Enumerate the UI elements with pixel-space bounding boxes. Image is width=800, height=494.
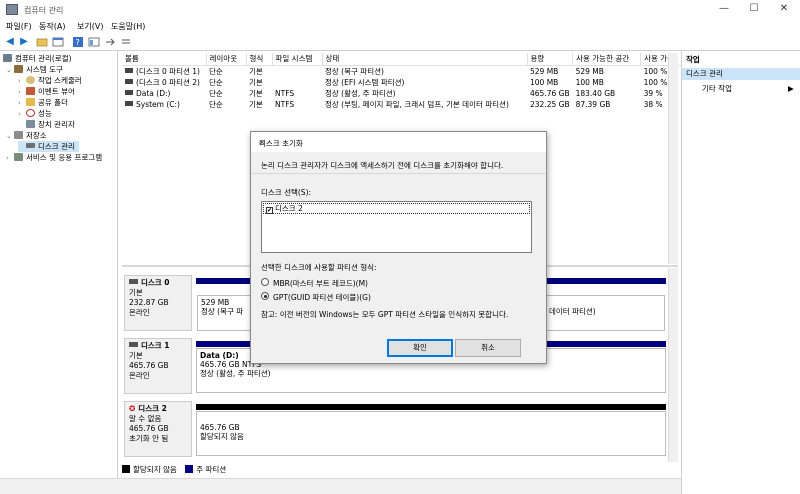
list-item[interactable]: ✔ 디스크 2 bbox=[263, 203, 530, 214]
device-manager-icon bbox=[26, 120, 35, 128]
cancel-button[interactable]: 취소 bbox=[455, 339, 521, 357]
volume-table-header: 볼륨 레이아웃 형식 파일 시스템 상태 용량 사용 가능한 공간 사용 가능 bbox=[122, 53, 684, 66]
table-row[interactable]: (디스크 0 파티션 1) 단순 기본 정상 (복구 파티션) 529 MB 529 M… bbox=[122, 65, 683, 77]
disk-0-partition-1[interactable]: 529 MB 정상 (복구 파 bbox=[197, 295, 253, 331]
performance-icon bbox=[26, 109, 35, 117]
gpt-option-label[interactable]: GPT(GUID 파티션 테이블)(G) bbox=[273, 292, 371, 303]
ok-button[interactable]: 확인 bbox=[387, 339, 453, 357]
tree-item-device-manager[interactable]: 장치 관리자 bbox=[18, 119, 75, 130]
back-arrow-icon[interactable]: ◀ bbox=[4, 36, 16, 48]
clock-icon bbox=[26, 76, 35, 84]
tree-item-performance[interactable]: › 성능 bbox=[18, 108, 52, 119]
unallocated-swatch bbox=[122, 465, 130, 473]
volume-icon bbox=[125, 67, 133, 73]
help-icon[interactable]: ? bbox=[72, 36, 84, 48]
dialog-title-bar: 디스크 초기화 ✕ bbox=[251, 132, 546, 152]
disk-2-unallocated-bar bbox=[196, 404, 666, 410]
connect-icon[interactable] bbox=[104, 36, 116, 48]
volume-icon bbox=[125, 100, 133, 106]
toolbar: ◀ ▶ ? bbox=[0, 33, 800, 51]
forward-arrow-icon[interactable]: ▶ bbox=[18, 36, 30, 48]
actions-pane: 작업 디스크 관리 기타 작업 ▶ bbox=[681, 51, 800, 494]
initialize-disk-dialog: 디스크 초기화 ✕ 논리 디스크 관리자가 디스크에 액세스하기 전에 디스크를… bbox=[250, 131, 547, 364]
computer-management-icon bbox=[6, 4, 18, 15]
status-bar bbox=[0, 478, 800, 494]
list-icon[interactable] bbox=[120, 36, 132, 48]
disk-listbox[interactable]: ✔ 디스크 2 bbox=[261, 201, 532, 253]
menu-action[interactable]: 동작(A) bbox=[39, 21, 65, 32]
services-icon bbox=[14, 153, 23, 161]
dialog-close-icon[interactable]: ✕ bbox=[259, 138, 540, 147]
table-row[interactable]: System (C:) 단순 기본 NTFS 정상 (부팅, 페이지 파일, 크래시 … bbox=[122, 99, 683, 110]
menu-bar: 파일(F) 동작(A) 보기(V) 도움말(H) bbox=[0, 19, 800, 33]
menu-view[interactable]: 보기(V) bbox=[77, 21, 103, 32]
mbr-radio[interactable] bbox=[261, 278, 269, 286]
partition-style-label: 선택한 디스크에 사용할 파티션 형식: bbox=[261, 263, 377, 272]
shared-folder-icon bbox=[26, 98, 35, 106]
col-type[interactable]: 형식 bbox=[246, 53, 273, 66]
mbr-option-label[interactable]: MBR(마스터 부트 레코드)(M) bbox=[273, 278, 368, 289]
disk-unknown-icon: ✪ bbox=[129, 404, 136, 413]
view-icon[interactable] bbox=[88, 36, 100, 48]
disk-2-unallocated[interactable]: 465.76 GB 할당되지 않음 bbox=[196, 411, 666, 456]
menu-help[interactable]: 도움말(H) bbox=[111, 21, 145, 32]
actions-section-disk-management[interactable]: 디스크 관리 bbox=[682, 68, 800, 80]
table-row[interactable]: (디스크 0 파티션 2) 단순 기본 정상 (EFI 시스템 파티션) 100 MB… bbox=[122, 77, 683, 88]
close-button[interactable]: ✕ bbox=[770, 0, 798, 18]
col-capacity[interactable]: 용량 bbox=[527, 53, 574, 66]
col-status[interactable]: 상태 bbox=[322, 53, 528, 66]
properties-icon[interactable] bbox=[52, 36, 64, 48]
checkbox-checked-icon[interactable]: ✔ bbox=[266, 207, 273, 214]
actions-header: 작업 bbox=[686, 55, 700, 64]
menu-file[interactable]: 파일(F) bbox=[6, 21, 32, 32]
up-folder-icon[interactable] bbox=[36, 36, 48, 48]
disk-select-label: 디스크 선택(S): bbox=[261, 188, 312, 197]
storage-icon bbox=[14, 131, 23, 139]
tree-item-task-scheduler[interactable]: › 작업 스케줄러 bbox=[18, 75, 82, 86]
tree-item-system-tools[interactable]: ⌄ 시스템 도구 bbox=[6, 64, 63, 75]
title-bar: 컴퓨터 관리 — ☐ ✕ bbox=[0, 0, 800, 20]
svg-text:?: ? bbox=[76, 38, 80, 47]
col-filesystem[interactable]: 파일 시스템 bbox=[272, 53, 323, 66]
event-viewer-icon bbox=[26, 87, 35, 95]
minimize-button[interactable]: — bbox=[710, 0, 738, 18]
divider bbox=[251, 173, 546, 174]
col-volume[interactable]: 볼륨 bbox=[122, 53, 207, 66]
table-row[interactable]: Data (D:) 단순 기본 NTFS 정상 (활성, 주 파티션) 465.76 G… bbox=[122, 88, 683, 99]
volume-icon bbox=[125, 78, 133, 84]
actions-more-actions[interactable]: 기타 작업 ▶ bbox=[682, 83, 800, 95]
volume-icon bbox=[125, 89, 133, 95]
col-layout[interactable]: 레이아웃 bbox=[206, 53, 247, 66]
col-free-space[interactable]: 사용 가능한 공간 bbox=[572, 53, 642, 66]
disk-pane-scrollbar[interactable] bbox=[668, 268, 678, 462]
disk-0-partition-3[interactable]: 데이터 파티션) bbox=[545, 295, 665, 331]
disk-icon bbox=[26, 143, 35, 148]
dialog-message: 논리 디스크 관리자가 디스크에 액세스하기 전에 디스크를 초기화해야 합니다… bbox=[261, 161, 504, 170]
tree-root[interactable]: 컴퓨터 관리(로컬) bbox=[3, 53, 72, 64]
maximize-button[interactable]: ☐ bbox=[740, 0, 768, 18]
primary-swatch bbox=[185, 465, 194, 473]
disk-icon bbox=[129, 279, 138, 284]
tree-item-services-apps[interactable]: › 서비스 및 응용 프로그램 bbox=[6, 152, 102, 163]
compatibility-note: 참고: 이전 버전의 Windows는 모두 GPT 파티션 스타일을 인식하지… bbox=[261, 310, 509, 319]
gpt-radio[interactable] bbox=[261, 292, 269, 300]
legend: 할당되지 않음 주 파티션 bbox=[122, 464, 667, 478]
submenu-arrow-icon: ▶ bbox=[788, 84, 794, 93]
volume-table: 볼륨 레이아웃 형식 파일 시스템 상태 용량 사용 가능한 공간 사용 가능 … bbox=[122, 53, 684, 110]
volume-table-scrollbar[interactable] bbox=[668, 53, 678, 264]
tree-item-shared-folders[interactable]: › 공유 폴더 bbox=[18, 97, 68, 108]
tools-icon bbox=[14, 65, 23, 73]
disk-2-label[interactable]: ✪ 디스크 2 알 수 없음 465.76 GB 초기화 안 됨 bbox=[124, 401, 192, 457]
disk-icon bbox=[129, 342, 138, 347]
tree-item-storage[interactable]: ⌄ 저장소 bbox=[6, 130, 47, 141]
computer-icon bbox=[3, 54, 12, 62]
tree-item-event-viewer[interactable]: › 이벤트 뷰어 bbox=[18, 86, 75, 97]
window-title: 컴퓨터 관리 bbox=[24, 6, 64, 15]
tree-item-disk-management[interactable]: 디스크 관리 bbox=[18, 141, 79, 152]
disk-0-label[interactable]: 디스크 0 기본 232.87 GB 온라인 bbox=[124, 275, 192, 331]
disk-1-label[interactable]: 디스크 1 기본 465.76 GB 온라인 bbox=[124, 338, 192, 394]
